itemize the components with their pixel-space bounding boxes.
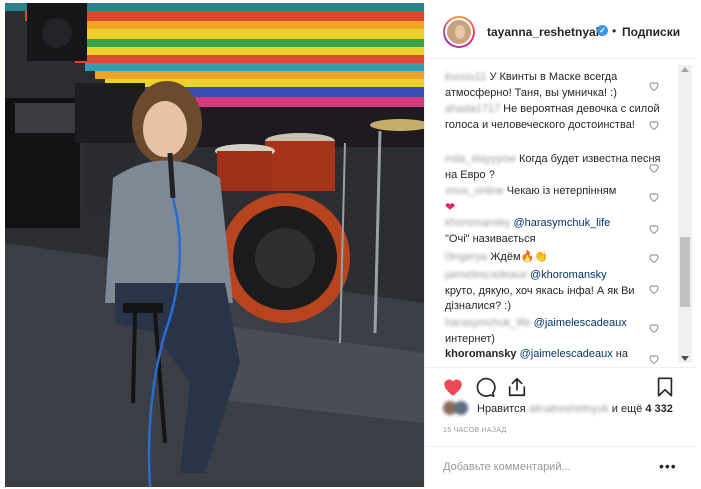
comment-like-heart-icon[interactable] — [648, 252, 660, 264]
comment-mention[interactable]: @jaimelescadeaux — [534, 317, 627, 329]
comment-like-heart-icon[interactable] — [648, 353, 660, 365]
comment-like-heart-icon[interactable] — [648, 191, 660, 203]
add-comment-input[interactable] — [443, 459, 643, 475]
post-timestamp[interactable]: 15 ЧАСОВ НАЗАД — [443, 427, 507, 434]
author-username[interactable]: tayanna_reshetnyak — [487, 25, 602, 39]
comment-username[interactable]: jaimelescadeaux — [445, 269, 527, 281]
likes-text: Нравится alinatreshetnyuk и ещё 4 332 — [477, 403, 673, 415]
likes-summary: Нравится alinatreshetnyuk и ещё 4 332 — [443, 401, 693, 419]
header-separator: • — [612, 24, 617, 38]
comment-icon[interactable] — [474, 376, 496, 398]
comment-item: mila_slayyyow Когда будет известна песня… — [445, 152, 663, 183]
post-photo-image — [5, 3, 424, 487]
comment-item: khoromansky @harasymchuk_life "Очі" нази… — [445, 216, 663, 247]
comment-item: ahada1717 Не вероятная девочка с силой г… — [445, 102, 663, 133]
comment-item: khoromansky @jaimelescadeaux на — [445, 347, 663, 363]
post-header: tayanna_reshetnyak ✓ • Подписки — [425, 3, 696, 59]
scroll-up-arrow-icon[interactable] — [681, 67, 689, 72]
comments-scrollbar[interactable] — [678, 65, 692, 363]
post-actions-bar — [425, 367, 696, 404]
comment-username[interactable]: vova_online — [445, 185, 504, 197]
likes-suffix: и ещё — [611, 403, 643, 415]
comment-mention[interactable]: @khoromansky — [530, 269, 607, 281]
fire-clap-emoji-icon: 🔥👏 — [520, 251, 548, 263]
comment-like-heart-icon[interactable] — [648, 119, 660, 131]
heart-filled-icon[interactable] — [442, 376, 464, 398]
comment-username[interactable]: khoromansky — [445, 348, 517, 360]
scroll-down-arrow-icon[interactable] — [681, 356, 689, 361]
comment-username[interactable]: khoromansky — [445, 217, 510, 229]
comment-item: harasymchuk_life @jaimelescadeaux интерн… — [445, 316, 663, 347]
comment-text: круто, дякую, хоч якась інфа! А як Ви ді… — [445, 284, 635, 313]
post-side-panel: tayanna_reshetnyak ✓ • Подписки kuuuu11 … — [424, 3, 696, 487]
comment-text: Чекаю із нетерпінням — [506, 185, 617, 197]
author-avatar[interactable] — [443, 16, 475, 48]
comment-mention[interactable]: @harasymchuk_life — [513, 217, 610, 229]
comment-mention[interactable]: @jaimelescadeaux — [520, 348, 613, 360]
liker-username[interactable]: alinatreshetnyuk — [529, 403, 609, 415]
comment-like-heart-icon[interactable] — [648, 80, 660, 92]
comment-item: l3ngerya Ждём🔥👏 — [445, 250, 663, 266]
more-options-icon[interactable]: ••• — [659, 459, 677, 473]
likes-count[interactable]: 4 332 — [645, 403, 673, 415]
comment-like-heart-icon[interactable] — [648, 223, 660, 235]
author-avatar-image — [445, 18, 473, 46]
comment-text: на — [615, 348, 628, 360]
red-heart-emoji-icon: ❤ — [445, 199, 456, 214]
comment-item: vova_online Чекаю із нетерпінням ❤ — [445, 184, 663, 216]
comment-username[interactable]: kuuuu11 — [445, 71, 486, 83]
comment-username[interactable]: mila_slayyyow — [445, 153, 516, 165]
add-comment-bar: ••• — [425, 446, 696, 487]
bookmark-icon[interactable] — [654, 376, 676, 398]
post-photo[interactable] — [5, 3, 424, 487]
comment-like-heart-icon[interactable] — [648, 162, 660, 174]
comment-text: интернет) — [445, 332, 495, 345]
instagram-post-window: tayanna_reshetnyak ✓ • Подписки kuuuu11 … — [0, 0, 701, 489]
comment-username[interactable]: l3ngerya — [445, 251, 487, 263]
comment-text: "Очі" називається — [445, 232, 536, 245]
comment-username[interactable]: ahada1717 — [445, 103, 500, 115]
following-button[interactable]: Подписки — [622, 25, 680, 39]
comments-list: kuuuu11 У Квинты в Маске всегда атмосфер… — [425, 60, 687, 366]
liker-avatar — [454, 401, 468, 415]
comment-item: jaimelescadeaux @khoromansky круто, дяку… — [445, 268, 663, 315]
likes-prefix: Нравится — [477, 403, 526, 415]
comment-username[interactable]: harasymchuk_life — [445, 317, 531, 329]
likers-avatars[interactable] — [443, 401, 471, 415]
verified-badge-icon: ✓ — [597, 25, 608, 36]
comment-text: Ждём — [490, 251, 521, 263]
scroll-thumb[interactable] — [680, 237, 690, 307]
share-icon[interactable] — [506, 376, 528, 398]
comment-item: kuuuu11 У Квинты в Маске всегда атмосфер… — [445, 70, 663, 101]
comment-like-heart-icon[interactable] — [648, 322, 660, 334]
comment-like-heart-icon[interactable] — [648, 283, 660, 295]
